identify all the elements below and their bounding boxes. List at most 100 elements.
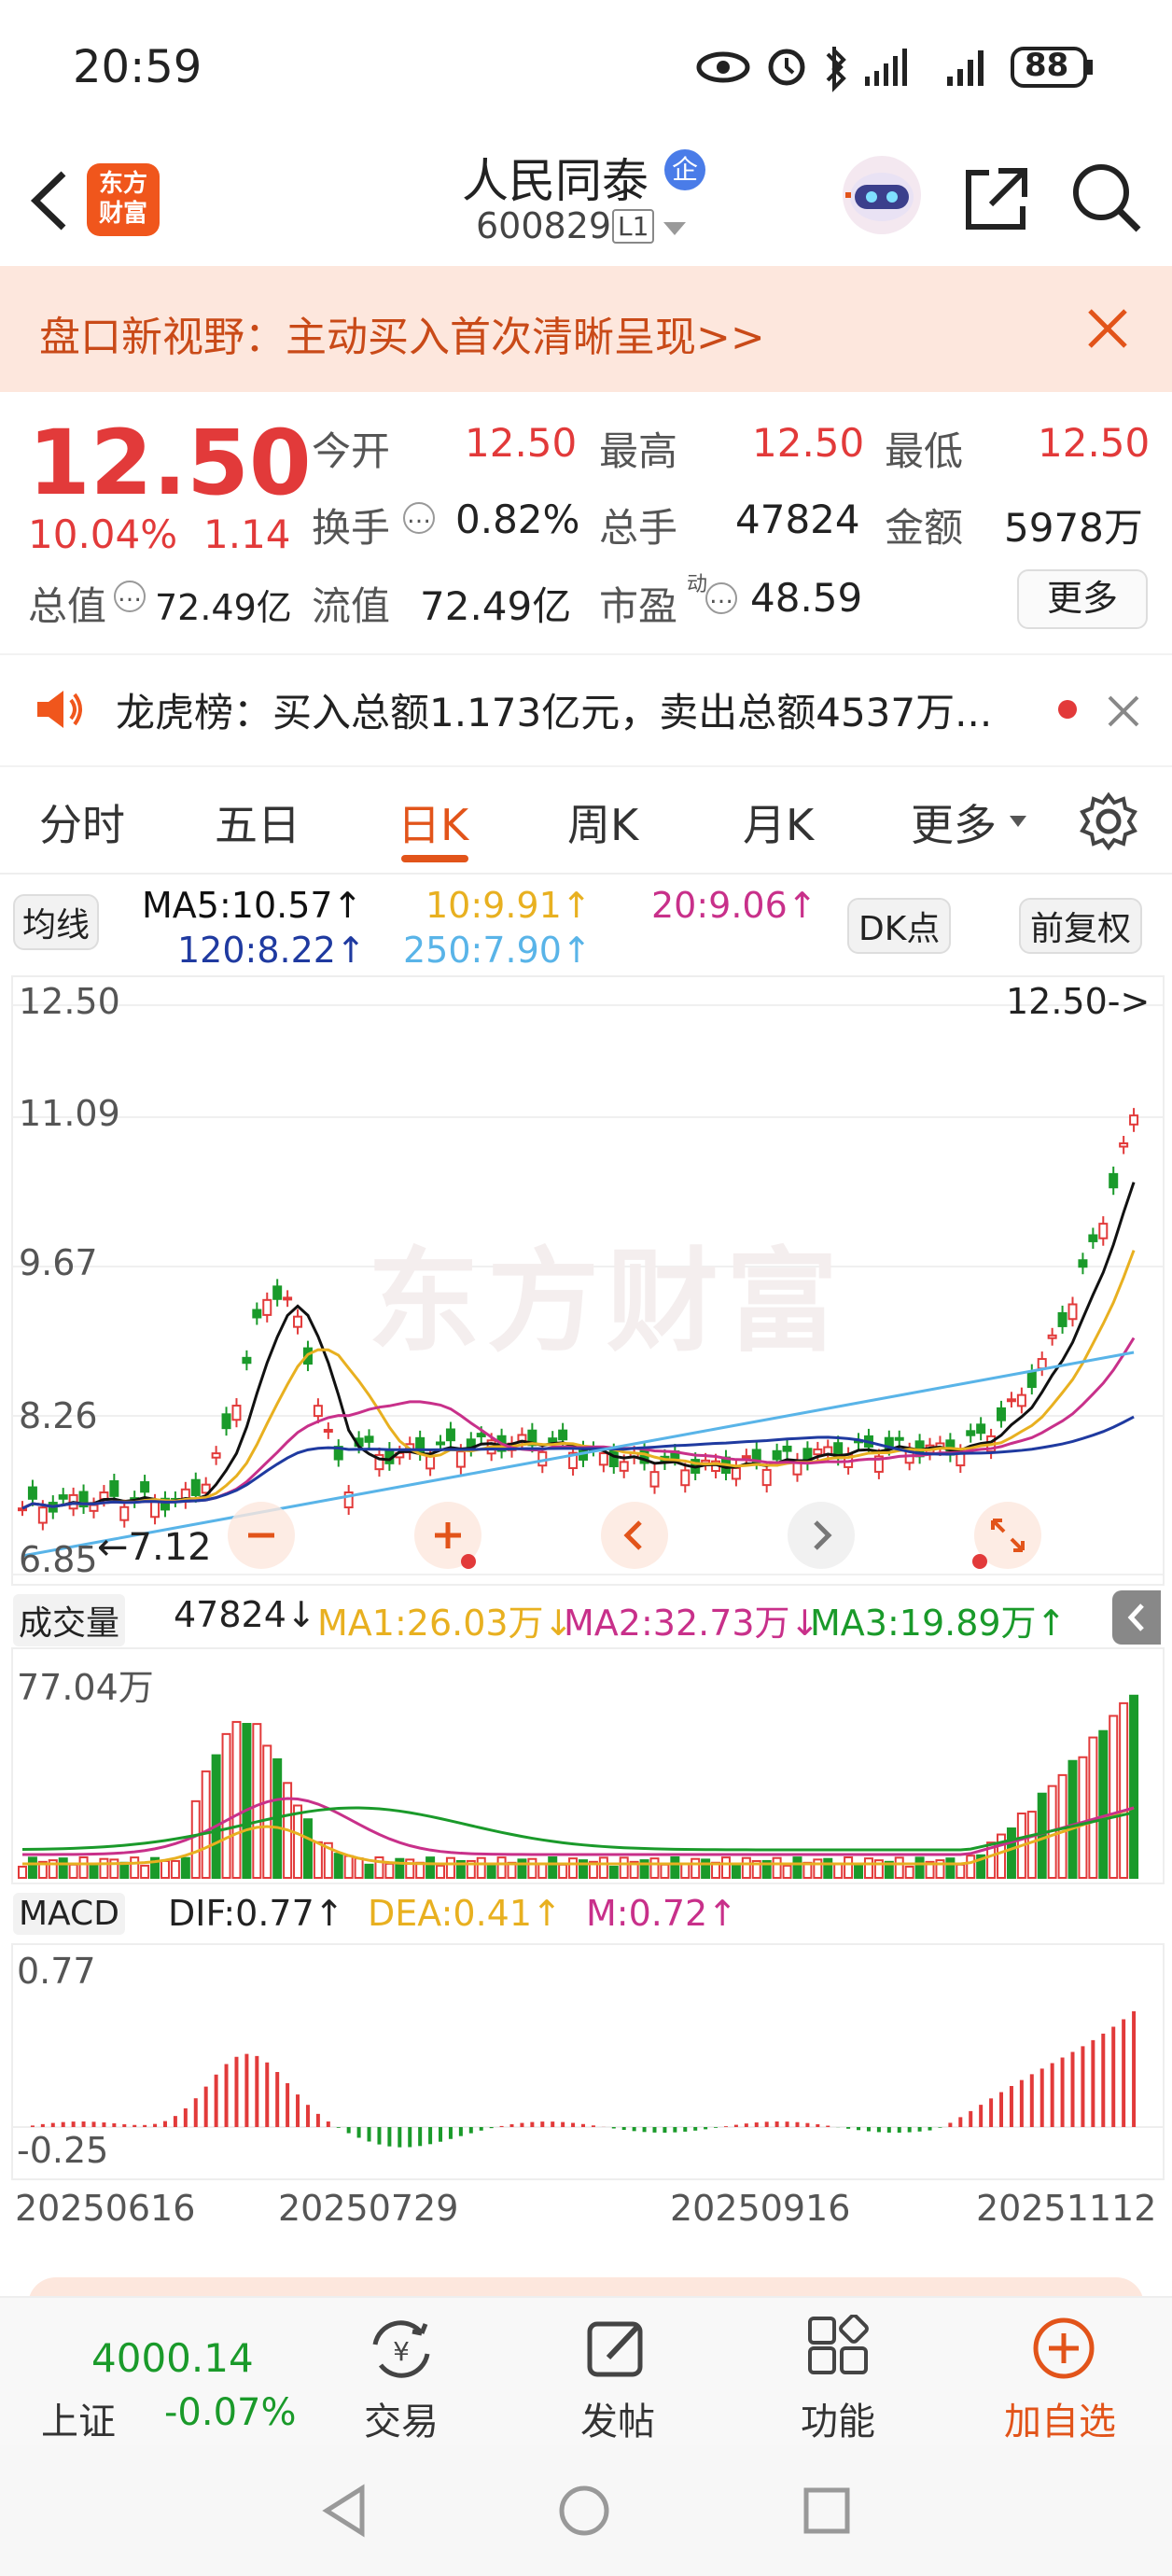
volume-bar — [130, 1856, 140, 1879]
date-label: 20251112 — [976, 2188, 1157, 2229]
volume-legend: 成交量 47824↓ MA1:26.03万↓ MA2:32.73万↓ MA3:1… — [0, 1587, 1172, 1646]
assistant-robot-icon[interactable] — [840, 153, 924, 237]
candle-body — [598, 1452, 608, 1466]
amount-value: 5978万 — [1004, 505, 1143, 551]
volume-bar — [364, 1863, 374, 1880]
pe-label: 市盈 — [599, 583, 678, 629]
tab-monthly-k[interactable]: 月K — [743, 791, 814, 853]
tab-five-day[interactable]: 五日 — [215, 791, 300, 853]
volume-selector[interactable]: 成交量 — [13, 1594, 126, 1646]
volume-bar — [1119, 1701, 1129, 1879]
add-circle-icon — [1033, 2317, 1095, 2379]
float-value: 72.49亿 — [420, 583, 572, 629]
info-icon[interactable]: … — [403, 502, 435, 534]
candle-body — [1047, 1334, 1057, 1339]
tab-weekly-k[interactable]: 周K — [567, 791, 638, 853]
volume-bar — [180, 1856, 190, 1880]
back-triangle-icon[interactable] — [317, 2483, 373, 2539]
volume-bar — [27, 1856, 37, 1880]
zoom-out-icon[interactable] — [226, 1500, 297, 1571]
candle-body — [558, 1429, 568, 1441]
chevron-left-icon — [1127, 1603, 1144, 1631]
pe-superscript: 动 — [687, 573, 708, 596]
candle-body — [1098, 1223, 1109, 1239]
chevron-down-icon[interactable] — [661, 218, 689, 239]
add-watchlist-button[interactable]: 加自选 — [989, 2298, 1138, 2447]
volume-bar — [293, 1804, 303, 1879]
candle-body — [283, 1296, 293, 1301]
volume-bar — [18, 1866, 27, 1879]
fullscreen-icon[interactable] — [972, 1500, 1043, 1571]
volume-bar — [119, 1861, 130, 1879]
macd-chart[interactable]: 0.77 -0.25 — [11, 1943, 1165, 2180]
watermark: 东方财富 — [368, 1238, 845, 1367]
close-icon[interactable] — [1107, 694, 1140, 728]
tab-intraday[interactable]: 分时 — [39, 791, 125, 853]
volume-bar — [160, 1859, 170, 1880]
features-button[interactable]: 功能 — [776, 2298, 907, 2447]
volume-bar — [720, 1856, 731, 1880]
chevron-left-icon[interactable] — [599, 1500, 670, 1571]
promo-banner[interactable]: 盘口新视野：主动买入首次清晰呈现>> — [0, 266, 1172, 392]
search-icon[interactable] — [1069, 161, 1144, 235]
volume-bar — [792, 1856, 802, 1879]
volume-bar — [1067, 1759, 1078, 1879]
index-value: 4000.14 — [91, 2335, 254, 2381]
date-label: 20250616 — [15, 2188, 196, 2229]
active-tab-indicator — [401, 855, 468, 862]
volume-bar — [548, 1856, 558, 1879]
zoom-in-icon[interactable] — [412, 1500, 483, 1571]
grid-icon — [808, 2315, 869, 2374]
info-icon[interactable]: … — [705, 582, 737, 614]
volume-bar — [1098, 1729, 1109, 1879]
tab-daily-k[interactable]: 日K — [398, 791, 468, 853]
trade-button[interactable]: ¥ 交易 — [336, 2298, 467, 2447]
back-arrow-icon[interactable] — [26, 168, 73, 233]
collapse-panel-button[interactable] — [1112, 1590, 1161, 1645]
low-label: 最低 — [885, 428, 964, 474]
share-icon[interactable] — [961, 163, 1032, 234]
dk-points-button[interactable]: DK点 — [847, 898, 952, 954]
add-watchlist-label: 加自选 — [1004, 2401, 1116, 2443]
volume-bar — [242, 1723, 252, 1879]
chevron-right-icon[interactable] — [786, 1500, 857, 1571]
candle-body — [242, 1356, 252, 1365]
recents-square-icon[interactable] — [799, 2483, 855, 2539]
volume-bar — [354, 1857, 364, 1879]
macd-dif: DIF:0.77↑ — [168, 1893, 344, 1934]
volume-bar — [384, 1862, 395, 1879]
mktcap-value: 72.49亿 — [155, 587, 292, 628]
volume-bar — [670, 1856, 680, 1880]
adjust-button[interactable]: 前复权 — [1019, 898, 1143, 954]
macd-selector[interactable]: MACD — [13, 1893, 125, 1935]
candle-body — [140, 1481, 150, 1493]
candle-body — [313, 1405, 323, 1418]
volume-label: 总手 — [599, 505, 678, 551]
macd-dea: DEA:0.41↑ — [368, 1893, 562, 1934]
macd-max-label: 0.77 — [17, 1951, 96, 1992]
volume-bar — [486, 1864, 496, 1879]
settings-gear-icon[interactable] — [1079, 791, 1138, 851]
dragon-tiger-notice[interactable]: 龙虎榜：买入总额1.173亿元，卖出总额4537万... — [0, 653, 1172, 767]
more-button[interactable]: 更多 — [1017, 569, 1148, 629]
bottom-toolbar: 4000.14 上证 -0.07% ¥ 交易 发帖 功能 加自选 — [0, 2296, 1172, 2447]
ma-selector[interactable]: 均线 — [13, 894, 100, 950]
info-icon[interactable]: … — [114, 581, 146, 612]
volume-current: 47824↓ — [174, 1594, 316, 1635]
volume-bar — [598, 1856, 608, 1880]
volume-bar — [140, 1864, 150, 1880]
post-button[interactable]: 发帖 — [556, 2298, 687, 2447]
volume-bar — [568, 1857, 579, 1880]
home-circle-icon[interactable] — [556, 2483, 612, 2539]
volume-bar — [1078, 1756, 1088, 1880]
candle-body — [109, 1480, 119, 1497]
close-icon[interactable] — [1086, 307, 1129, 350]
app-logo[interactable]: 东方 财富 — [87, 163, 160, 236]
candlestick-chart[interactable]: 12.50 11.09 9.67 8.26 6.85 12.50-> ←7.12… — [11, 975, 1165, 1586]
tab-more[interactable]: 更多 — [911, 791, 997, 853]
open-value: 12.50 — [465, 420, 578, 466]
vol-ma3: MA3:19.89万↑ — [810, 1603, 1067, 1644]
volume-chart[interactable]: 77.04万 — [11, 1647, 1165, 1884]
index-ticker[interactable]: 4000.14 上证 -0.07% — [0, 2298, 308, 2447]
candle-body — [813, 1448, 823, 1456]
